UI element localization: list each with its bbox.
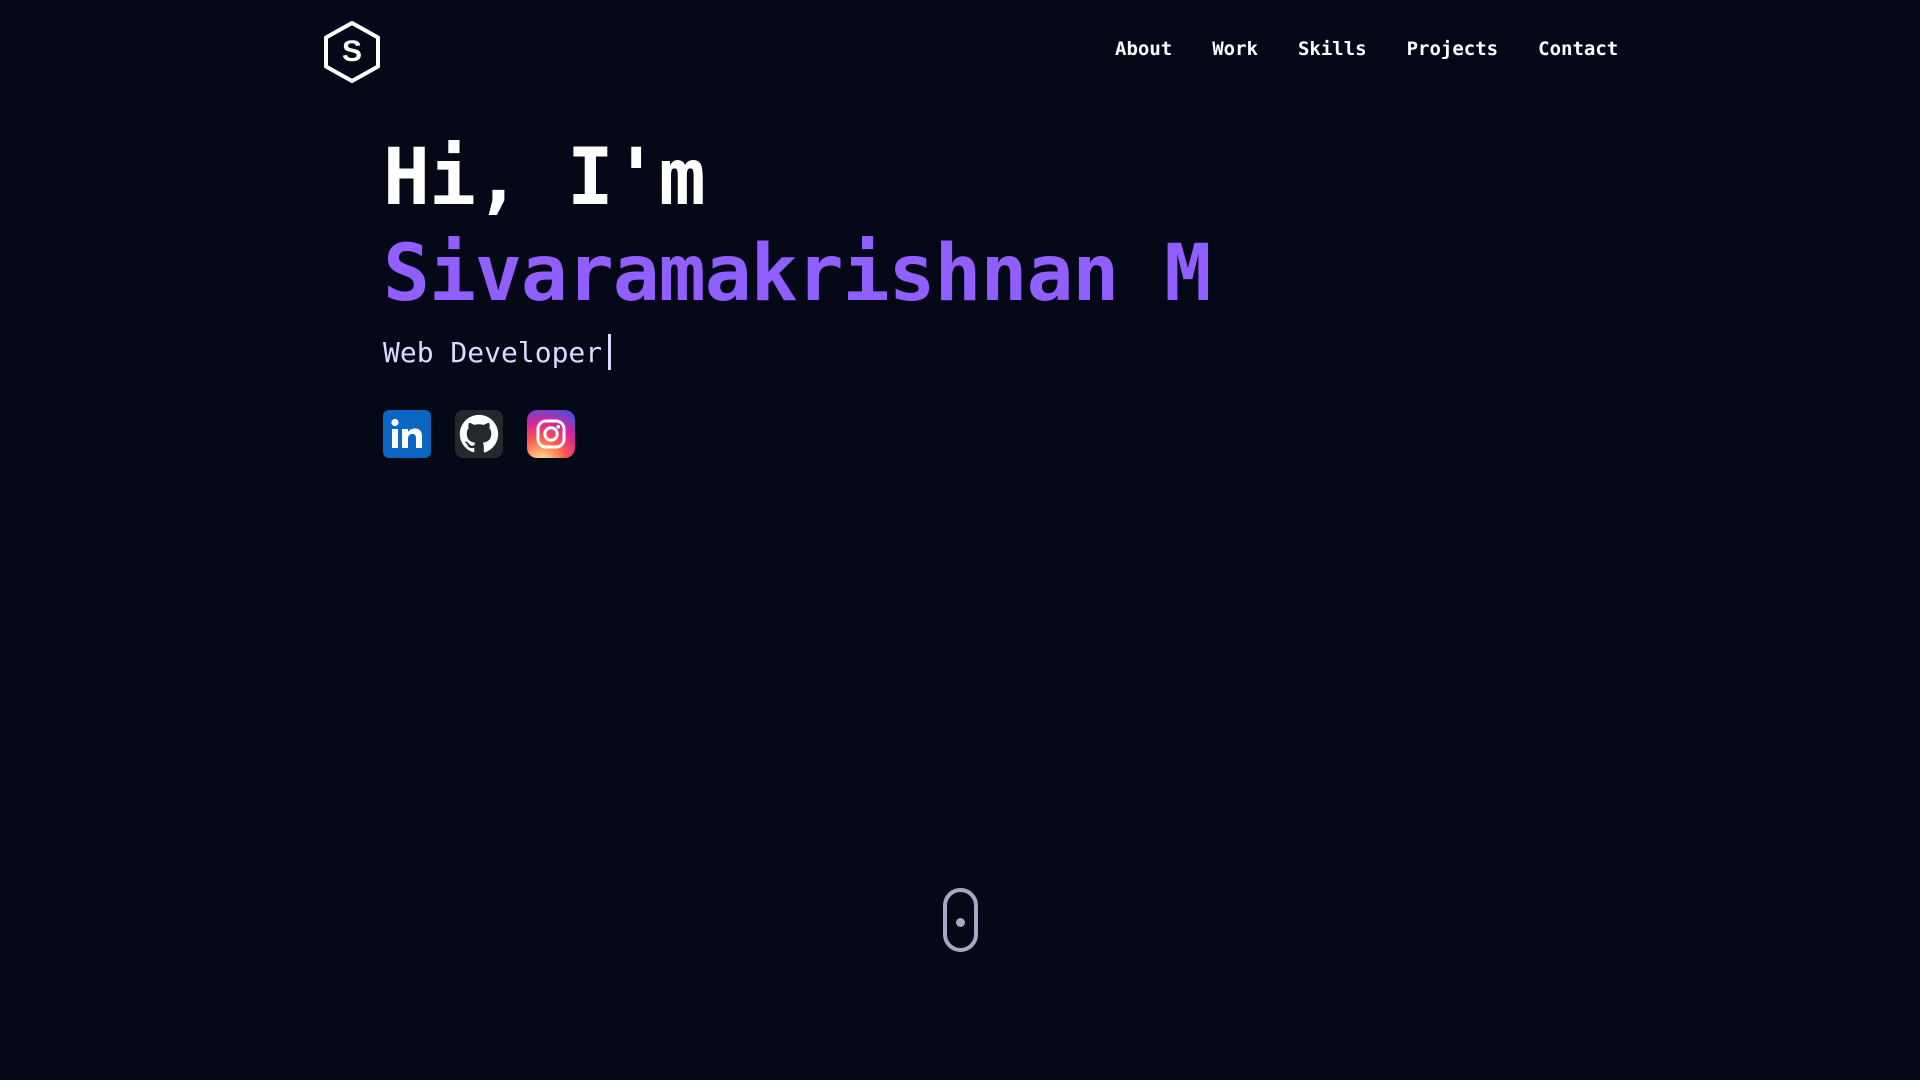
hero-greeting: Hi, I'm <box>383 133 706 223</box>
nav-link-contact[interactable]: Contact <box>1538 38 1618 60</box>
github-icon[interactable] <box>455 410 503 458</box>
scroll-dot <box>956 918 965 927</box>
hero-role: Web Developer <box>383 335 603 369</box>
typing-caret <box>608 334 612 370</box>
hero-section: Hi, I'm Sivaramakrishnan M Web Developer <box>383 130 1583 458</box>
hero-name: Sivaramakrishnan M <box>383 229 1211 319</box>
nav-link-projects[interactable]: Projects <box>1407 38 1499 60</box>
github-glyph <box>459 414 499 453</box>
role-line: Web Developer <box>383 332 1583 372</box>
mouse-scroll-icon[interactable] <box>943 888 978 952</box>
hexagon-s-logo-icon[interactable]: S <box>322 20 382 84</box>
portfolio-page: S About Work Skills Projects Contact Hi,… <box>0 0 1920 1080</box>
nav-menu: About Work Skills Projects Contact <box>1115 38 1618 60</box>
social-links <box>383 410 1583 458</box>
nav-link-skills[interactable]: Skills <box>1298 38 1367 60</box>
nav-link-work[interactable]: Work <box>1212 38 1258 60</box>
linkedin-icon[interactable] <box>383 410 431 458</box>
nav-link-about[interactable]: About <box>1115 38 1172 60</box>
linkedin-glyph <box>391 418 422 448</box>
instagram-glyph <box>536 419 566 449</box>
instagram-icon[interactable] <box>527 410 575 458</box>
navbar: S About Work Skills Projects Contact <box>0 0 1920 104</box>
logo-letter: S <box>342 35 362 68</box>
logo-svg: S <box>324 21 380 83</box>
